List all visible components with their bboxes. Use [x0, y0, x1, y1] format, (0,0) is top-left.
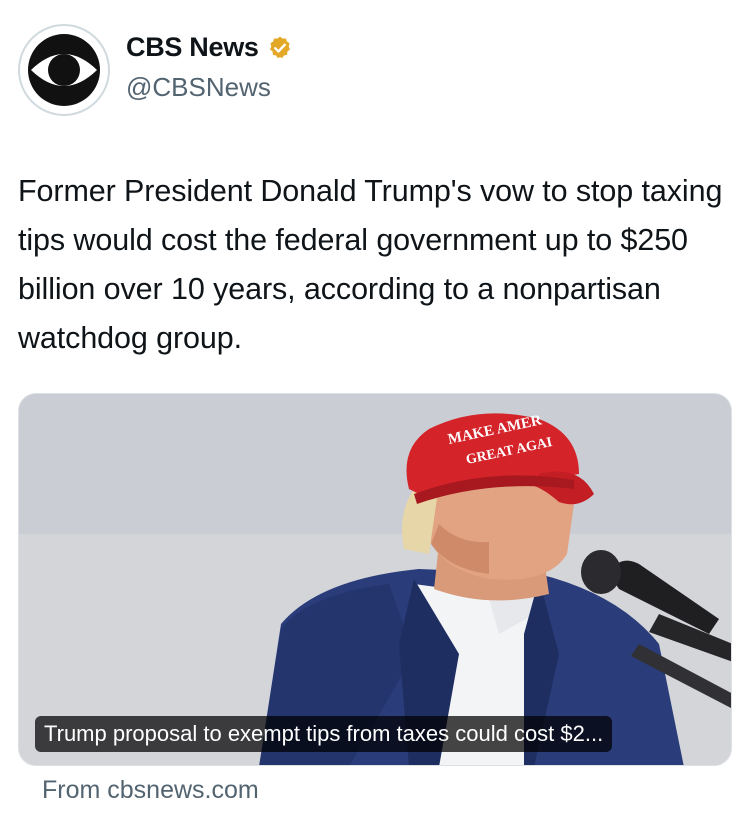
author-name-row[interactable]: CBS News: [126, 32, 293, 63]
link-card-title[interactable]: Trump proposal to exempt tips from taxes…: [35, 716, 613, 752]
author-avatar[interactable]: [18, 24, 110, 116]
author-name[interactable]: CBS News: [126, 32, 259, 63]
news-photo: MAKE AMER GREAT AGAI: [19, 394, 731, 765]
tweet-text: Former President Donald Trump's vow to s…: [18, 174, 723, 355]
cbs-eye-logo-icon: [28, 34, 100, 106]
author-handle[interactable]: @CBSNews: [126, 72, 271, 103]
link-card-source[interactable]: From cbsnews.com: [42, 776, 259, 805]
verified-badge-icon: [269, 36, 290, 58]
link-preview-card[interactable]: MAKE AMER GREAT AGAI Trump proposal to e…: [18, 393, 732, 766]
